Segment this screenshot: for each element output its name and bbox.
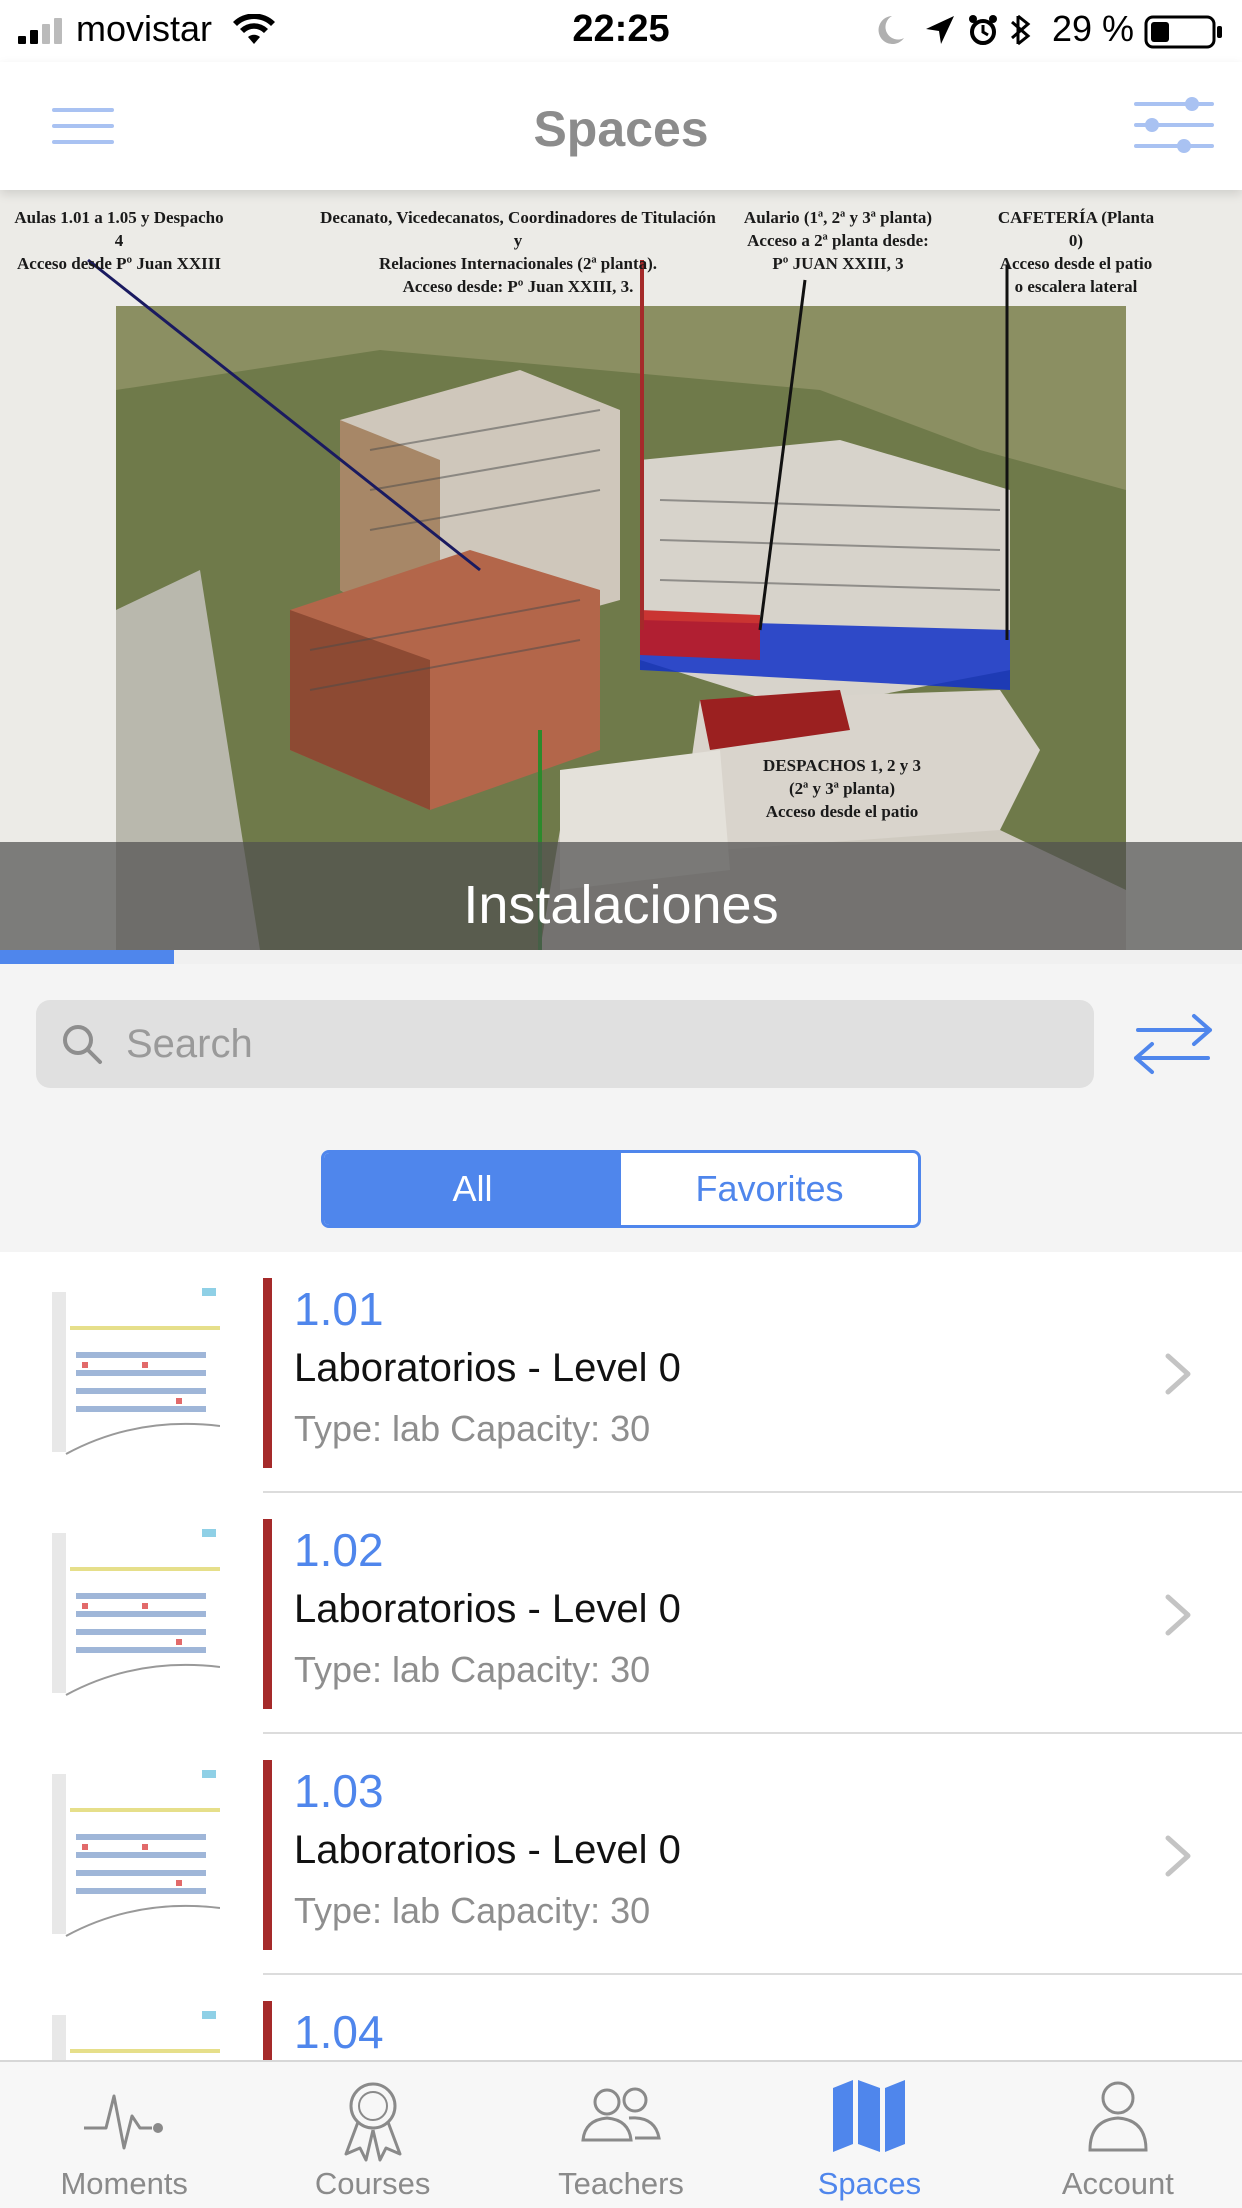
carousel-progress: [0, 950, 1242, 964]
moon-icon: [878, 16, 904, 44]
row-color-marker: [263, 1278, 272, 1468]
tab-moments[interactable]: Moments: [0, 2062, 248, 2208]
segment-favorites[interactable]: Favorites: [621, 1153, 918, 1225]
space-code: 1.02: [294, 1524, 384, 1576]
alarm-icon: [969, 15, 997, 45]
space-name: Laboratorios - Level 0: [294, 1346, 681, 1390]
search-bar[interactable]: [36, 1000, 1094, 1088]
tab-teachers[interactable]: Teachers: [497, 2062, 745, 2208]
floor-plan-thumbnail: [46, 2009, 220, 2060]
campus-aerial-image: [0, 190, 1242, 950]
list-item[interactable]: 1.02 Laboratorios - Level 0 Type: lab Ca…: [0, 1493, 1242, 1734]
tab-courses[interactable]: Courses: [248, 2062, 496, 2208]
hero-label-despachos: DESPACHOS 1, 2 y 3 (2ª y 3ª planta) Acce…: [763, 756, 921, 821]
hero-label-cafeteria: CAFETERÍA (Planta 0) Acceso desde el pat…: [997, 208, 1155, 296]
tab-account[interactable]: Account: [994, 2062, 1242, 2208]
chevron-right-icon: [1165, 1353, 1191, 1395]
row-color-marker: [263, 1519, 272, 1709]
tab-label: Moments: [60, 2166, 188, 2201]
people-icon: [581, 2087, 661, 2142]
tab-label: Account: [1061, 2166, 1174, 2201]
space-code: 1.04: [294, 2006, 384, 2058]
hero-label-decanato: Decanato, Vicedecanatos, Coordinadores d…: [320, 208, 716, 296]
tab-label: Spaces: [817, 2166, 922, 2201]
space-meta: Type: lab Capacity: 30: [294, 1890, 651, 1931]
swap-arrows-icon[interactable]: [1130, 1008, 1216, 1078]
space-name: Laboratorios - Level 0: [294, 1587, 681, 1631]
user-icon: [1088, 2081, 1148, 2152]
tab-label: Teachers: [558, 2166, 684, 2201]
chevron-right-icon: [1165, 1594, 1191, 1636]
floor-plan-thumbnail: [46, 1527, 220, 1699]
tab-spaces[interactable]: Spaces: [745, 2062, 993, 2208]
page-title: Spaces: [533, 101, 709, 157]
space-code: 1.01: [294, 1283, 384, 1335]
carousel-progress-fill: [0, 950, 174, 964]
search-icon: [63, 1025, 102, 1064]
battery-icon: [1144, 15, 1222, 49]
status-icons: [878, 14, 1031, 46]
floor-plan-thumbnail: [46, 1768, 220, 1940]
list-item[interactable]: 1.03 Laboratorios - Level 0 Type: lab Ca…: [0, 1734, 1242, 1975]
filter-sliders-icon[interactable]: [1132, 92, 1216, 158]
bluetooth-icon: [1011, 14, 1031, 46]
space-name: Laboratorios - Level 0: [294, 1828, 681, 1872]
space-meta: Type: lab Capacity: 30: [294, 1649, 651, 1690]
spaces-list: 1.01 Laboratorios - Level 0 Type: lab Ca…: [0, 1252, 1242, 2060]
row-color-marker: [263, 1760, 272, 1950]
floor-plan-thumbnail: [46, 1286, 220, 1458]
hero-label-aulas: Aulas 1.01 a 1.05 y Despacho 4 Acceso de…: [14, 208, 224, 273]
list-item[interactable]: 1.01 Laboratorios - Level 0 Type: lab Ca…: [0, 1252, 1242, 1493]
heartbeat-icon: [84, 2094, 164, 2150]
search-input[interactable]: [126, 1000, 1066, 1088]
chevron-right-icon: [1165, 1835, 1191, 1877]
segment-all[interactable]: All: [324, 1153, 621, 1225]
list-item[interactable]: 1.04: [0, 1975, 1242, 2060]
space-meta: Type: lab Capacity: 30: [294, 1408, 651, 1449]
award-ribbon-icon: [344, 2082, 402, 2162]
search-section: All Favorites: [0, 964, 1242, 1252]
segmented-control: All Favorites: [321, 1150, 921, 1228]
tab-label: Courses: [314, 2166, 431, 2201]
battery-percent: 29 %: [1051, 8, 1134, 49]
hero-caption: Instalaciones: [463, 875, 779, 935]
hero-banner[interactable]: Aulas 1.01 a 1.05 y Despacho 4 Acceso de…: [0, 190, 1242, 950]
status-bar: movistar 22:25 29 %: [0, 0, 1242, 62]
hero-label-aulario: Aulario (1ª, 2ª y 3ª planta) Acceso a 2ª…: [743, 208, 933, 273]
location-arrow-icon: [926, 16, 954, 44]
navigation-bar: Spaces: [0, 62, 1242, 190]
row-color-marker: [263, 2001, 272, 2060]
tab-bar: Moments Courses Teachers Spaces Account: [0, 2060, 1242, 2208]
space-code: 1.03: [294, 1765, 384, 1817]
map-icon: [833, 2080, 906, 2152]
